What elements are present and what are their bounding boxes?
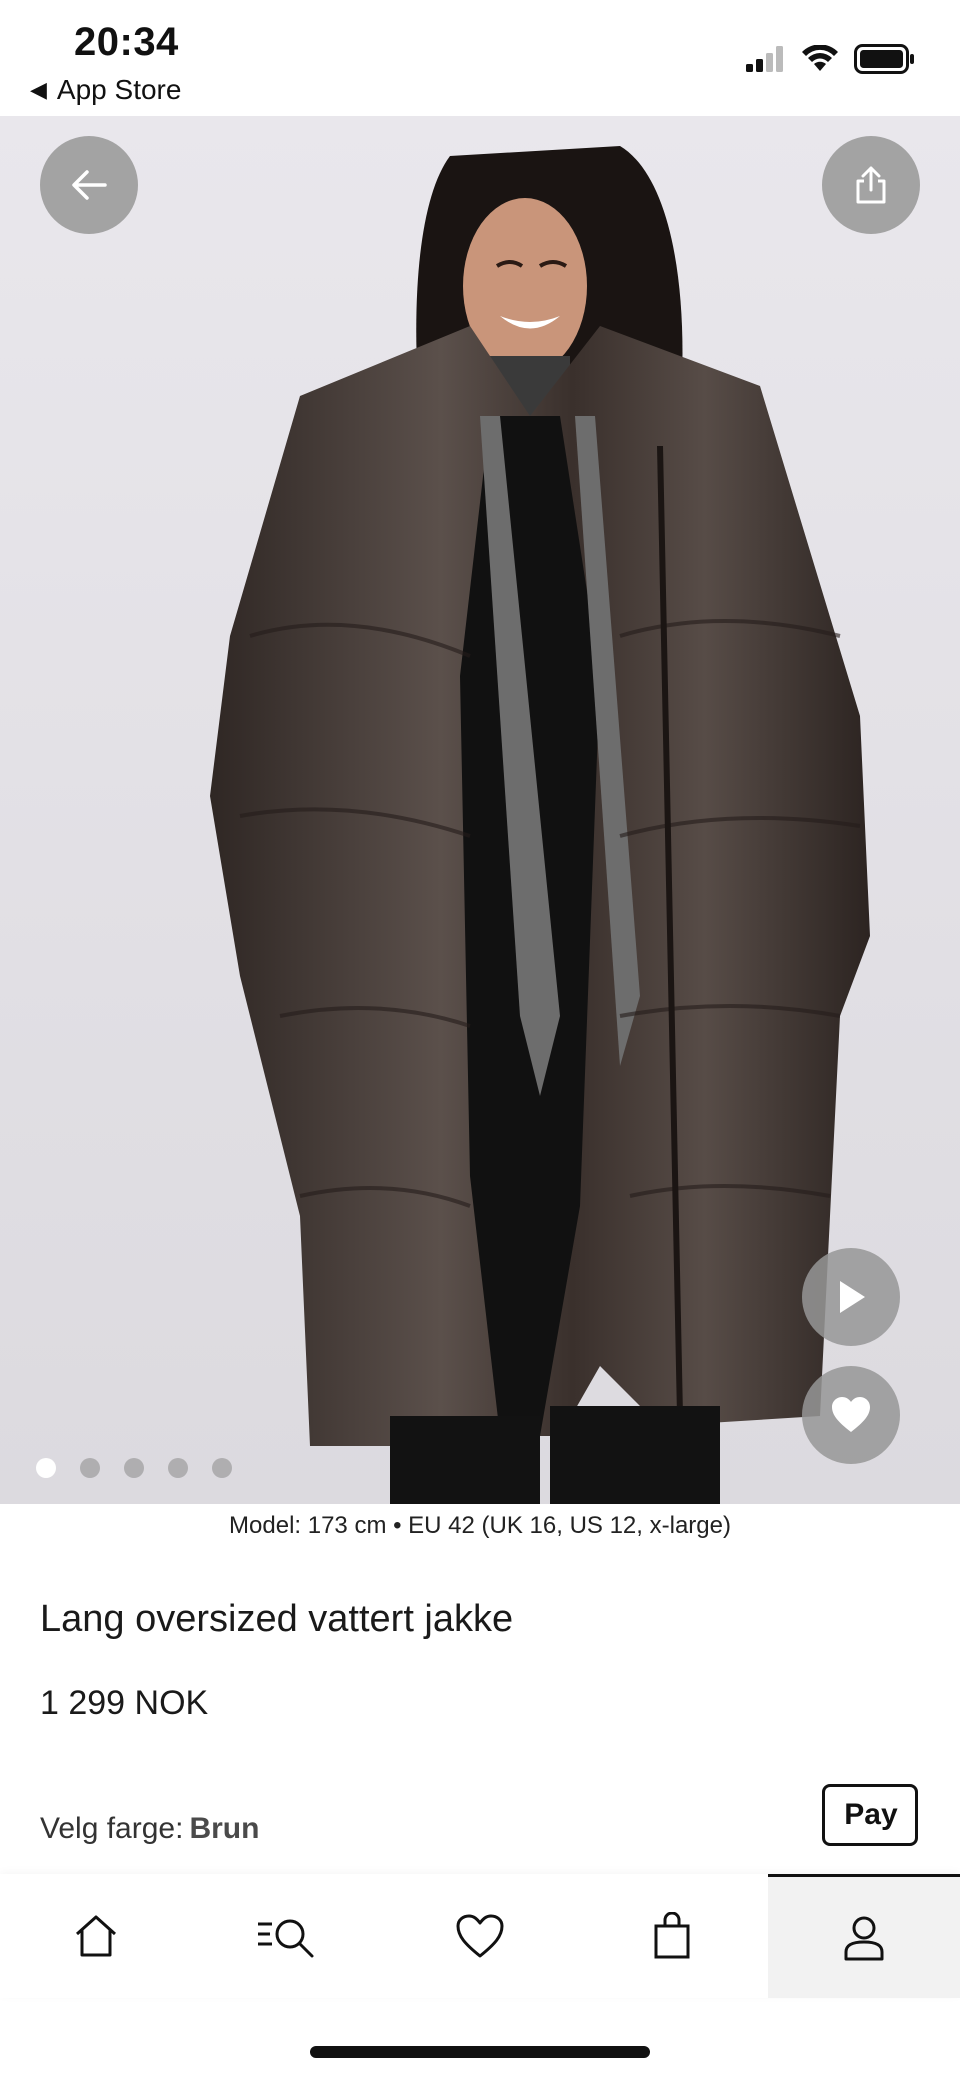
product-price: 1 299 NOK [40,1684,209,1722]
apple-pay-label: Pay [844,1798,898,1831]
tab-bag[interactable] [576,1874,768,1998]
carousel-dot[interactable] [80,1458,100,1478]
heart-icon [456,1914,504,1958]
carousel-dots [36,1458,232,1478]
color-value: Brun [189,1812,260,1845]
back-app-label: App Store [56,74,182,105]
tab-bar [0,1874,960,1998]
model-info: Model: 173 cm • EU 42 (UK 16, US 12, x-l… [229,1512,731,1539]
back-arrow-icon [72,170,107,200]
status-icons [746,44,916,74]
shopping-bag-icon [654,1912,690,1959]
play-icon [840,1281,865,1313]
play-video-button[interactable] [802,1248,900,1346]
heart-icon [832,1397,870,1432]
carousel-dot[interactable] [36,1458,56,1478]
product-image-carousel[interactable] [0,116,960,1504]
back-button[interactable] [40,136,138,234]
home-icon [75,1915,117,1957]
favorite-button[interactable] [802,1366,900,1464]
signal-icon [746,46,783,72]
wifi-icon [802,45,838,71]
profile-icon [844,1916,884,1960]
share-icon [856,166,886,204]
tab-favorites[interactable] [384,1874,576,1998]
carousel-dot[interactable] [124,1458,144,1478]
status-time: 20:34 [74,20,179,64]
search-menu-icon [258,1919,314,1958]
share-button[interactable] [822,136,920,234]
home-indicator[interactable] [310,2046,650,2058]
color-selector[interactable]: Velg farge: Brun [40,1812,259,1846]
back-to-app-store[interactable]: ◀ App Store [30,74,181,106]
product-title: Lang oversized vattert jakke [40,1598,514,1640]
status-bar: 20:34 ◀ App Store [0,0,960,116]
carousel-dot[interactable] [168,1458,188,1478]
tab-search[interactable] [192,1874,384,1998]
back-triangle-icon: ◀ [30,77,47,102]
tab-profile[interactable] [768,1874,960,1998]
carousel-dot[interactable] [212,1458,232,1478]
tab-home[interactable] [0,1874,192,1998]
battery-icon [854,44,914,74]
color-label: Velg farge: [40,1812,184,1845]
apple-pay-button[interactable]: Pay [822,1784,918,1846]
